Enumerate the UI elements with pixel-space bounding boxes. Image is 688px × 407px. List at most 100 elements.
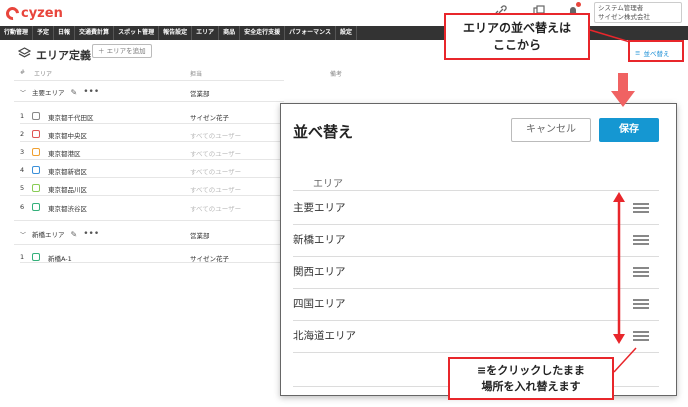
menu-item[interactable]: 行動管理 [0,26,34,40]
area-owner: すべてのユーザー [190,186,242,194]
group-header: ﹀ 主要エリア ✎ ••• [20,87,99,97]
add-area-button[interactable]: ＋ エリアを追加 [92,44,152,58]
area-name[interactable]: 東京都渋谷区 [48,203,87,213]
row-number: 4 [20,166,25,174]
reorder-highlight [628,40,684,62]
area-owner: サイゼン花子 [190,114,229,122]
notification-dot [576,2,581,7]
divider [20,123,284,124]
pencil-icon[interactable]: ✎ [71,88,78,97]
area-name[interactable]: 東京都中央区 [48,130,87,140]
area-name[interactable]: 東京都新宿区 [48,166,87,176]
bottom-callout: ≡をクリックしたまま 場所を入れ替えます [448,357,614,400]
color-swatch [32,184,40,192]
drag-handle-icon[interactable] [633,235,649,245]
color-swatch [32,253,40,261]
user-role: システム管理者 [598,4,644,12]
menu-item[interactable]: パフォーマンス [285,26,337,40]
pencil-icon[interactable]: ✎ [71,230,78,239]
color-swatch [32,203,40,211]
row-number: 3 [20,148,25,156]
color-swatch [32,130,40,138]
more-icon[interactable]: ••• [83,229,99,239]
group-header: ﹀ 新橋エリア ✎ ••• [20,229,99,239]
divider [20,159,284,160]
group-dept: 営業部 [190,232,210,240]
area-owner: すべてのユーザー [190,205,242,213]
row-number: 2 [20,130,25,138]
sortable-item[interactable]: 四国エリア [293,288,659,320]
down-arrow-icon [611,73,635,107]
group-dept: 営業部 [190,90,210,98]
layers-icon [17,45,32,64]
cancel-button[interactable]: キャンセル [511,118,591,142]
sortable-item-label: 新橋エリア [293,234,346,246]
menu-item[interactable]: 報告設定 [159,26,193,40]
col-area-header: エリア [34,71,53,78]
divider [14,244,284,245]
group-name: 新橋エリア [32,231,65,239]
col-num-header: # [20,69,26,76]
top-callout: エリアの並べ替えは ここから [444,13,590,60]
menu-item[interactable]: スポット管理 [114,26,160,40]
area-owner: すべてのユーザー [190,132,242,140]
chevron-down-icon[interactable]: ﹀ [20,88,26,97]
menu-item[interactable]: 日報 [54,26,76,40]
divider [20,141,284,142]
more-icon[interactable]: ••• [83,87,99,97]
menu-item[interactable]: 交通費計算 [75,26,115,40]
divider [14,80,284,81]
user-company: サイゼン株式会社 [598,13,650,21]
sortable-item-label: 主要エリア [293,202,346,214]
col-owner-header: 担当 [190,71,203,78]
menu-item[interactable]: 商品 [219,26,241,40]
divider [20,262,284,263]
drag-handle-icon[interactable] [633,331,649,341]
cyzen-logo[interactable]: cyzen [3,3,63,23]
page-title: エリア定義 [36,48,91,62]
area-name[interactable]: 東京都港区 [48,148,81,158]
area-name[interactable]: 東京都品川区 [48,184,87,194]
drag-handle-icon[interactable] [633,267,649,277]
sortable-item[interactable]: 新橋エリア [293,224,659,256]
divider [14,220,284,221]
chevron-down-icon[interactable]: ﹀ [20,230,26,239]
modal-title: 並べ替え [293,123,354,141]
menu-item[interactable]: エリア [192,26,220,40]
vertical-double-arrow-icon [613,192,625,344]
logo-mark-icon [3,3,22,23]
row-number: 6 [20,203,25,211]
divider [20,177,284,178]
logo-text: cyzen [21,5,63,21]
divider [14,101,284,102]
add-area-label: エリアを追加 [106,47,146,55]
area-name[interactable]: 東京都千代田区 [48,112,94,122]
group-name: 主要エリア [32,89,65,97]
sortable-item-label: 関西エリア [293,266,346,278]
menu-item[interactable]: 設定 [336,26,358,40]
sortable-item-label: 四国エリア [293,298,346,310]
page-heading: エリア定義 [17,45,91,64]
sortable-item[interactable]: 主要エリア [293,192,659,224]
area-owner: すべてのユーザー [190,168,242,176]
col-note-header: 備考 [330,71,343,78]
color-swatch [32,112,40,120]
row-number: 5 [20,184,25,192]
menu-item[interactable]: 安全走行支援 [240,26,286,40]
modal-column-header: エリア [313,179,343,190]
row-number: 1 [20,112,25,120]
divider [20,195,284,196]
drag-handle-icon[interactable] [633,203,649,213]
menu-item[interactable]: 予定 [33,26,55,40]
divider [293,190,659,191]
drag-handle-icon[interactable] [633,299,649,309]
sortable-item[interactable]: 北海道エリア [293,320,659,352]
color-swatch [32,148,40,156]
sortable-item[interactable]: 関西エリア [293,256,659,288]
color-swatch [32,166,40,174]
save-button[interactable]: 保存 [599,118,659,142]
sortable-item-label: 北海道エリア [293,330,356,342]
divider [293,352,659,353]
area-owner: すべてのユーザー [190,150,242,158]
user-menu[interactable]: システム管理者 サイゼン株式会社 [594,2,682,23]
